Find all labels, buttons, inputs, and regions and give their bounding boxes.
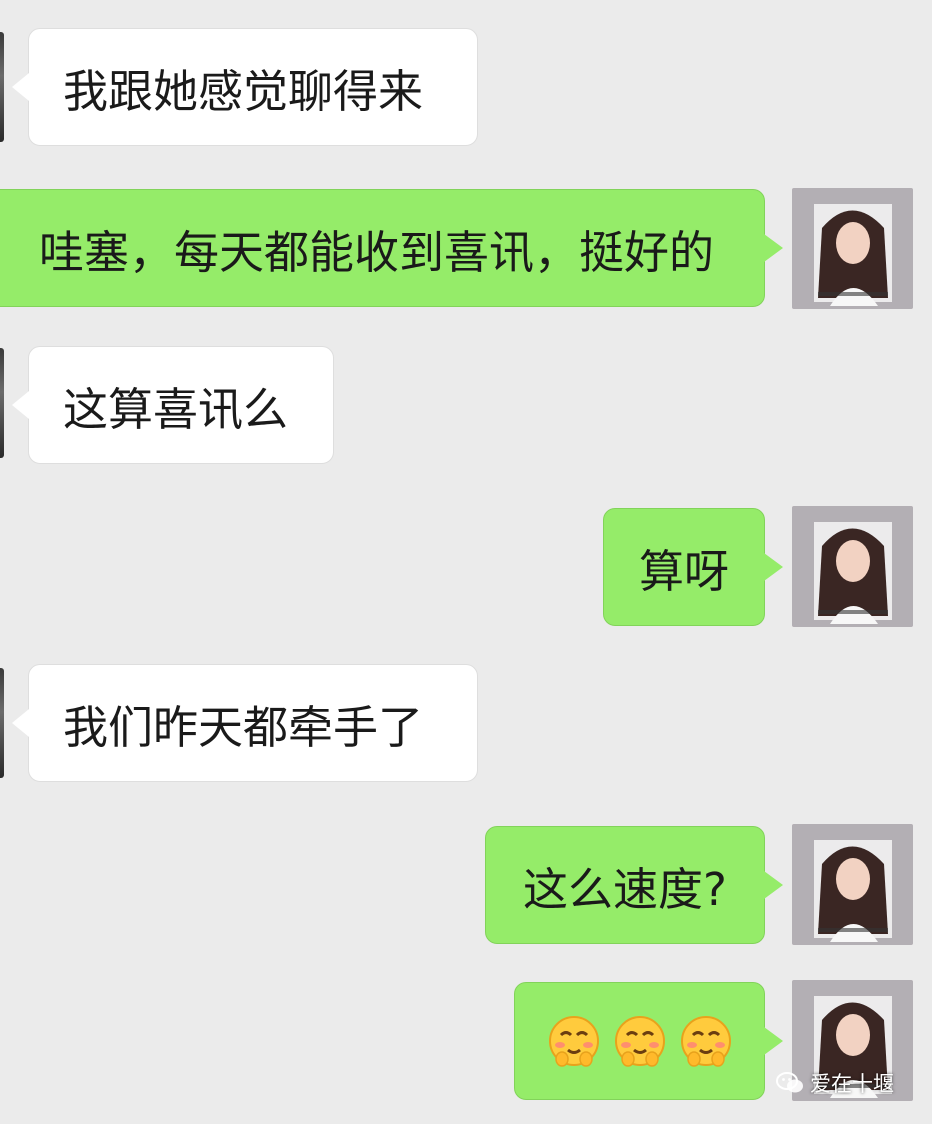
contact-avatar-partial[interactable] [0, 668, 4, 778]
avatar-photo [792, 188, 913, 309]
message-bubble-received[interactable]: 我们昨天都牵手了 [12, 664, 478, 782]
message-bubble-sent[interactable]: 算呀 [603, 508, 783, 626]
contact-avatar-partial[interactable] [0, 348, 4, 458]
chat-area: 我跟她感觉聊得来 哇塞，每天都能收到喜讯，挺好的 这算喜讯么 算呀 我们昨天都牵… [0, 0, 932, 1124]
message-text: 哇塞，每天都能收到喜讯，挺好的 [38, 225, 714, 279]
user-avatar[interactable] [792, 188, 913, 309]
user-avatar[interactable] [792, 506, 913, 627]
watermark: 爱在十堰 [776, 1068, 894, 1098]
message-text: 算呀 [638, 544, 729, 598]
avatar-photo [792, 824, 913, 945]
watermark-text: 爱在十堰 [810, 1072, 894, 1096]
shy-smiling-face-emoji [546, 1013, 602, 1069]
shy-smiling-face-emoji [678, 1013, 734, 1069]
message-text: 这算喜讯么 [63, 382, 289, 436]
shy-smiling-face-emoji [612, 1013, 668, 1069]
contact-avatar-partial[interactable] [0, 32, 4, 142]
message-bubble-received[interactable]: 这算喜讯么 [12, 346, 334, 464]
message-bubble-sent[interactable]: 哇塞，每天都能收到喜讯，挺好的 [0, 189, 783, 307]
avatar-photo [792, 506, 913, 627]
message-text: 我们昨天都牵手了 [63, 700, 424, 754]
user-avatar[interactable] [792, 824, 913, 945]
message-bubble-sent[interactable] [514, 982, 783, 1100]
emoji-row [546, 1013, 734, 1069]
message-text: 这么速度? [523, 862, 727, 916]
message-bubble-sent[interactable]: 这么速度? [485, 826, 783, 944]
message-bubble-received[interactable]: 我跟她感觉聊得来 [12, 28, 478, 146]
wechat-icon [776, 1071, 804, 1095]
message-text: 我跟她感觉聊得来 [63, 64, 424, 118]
